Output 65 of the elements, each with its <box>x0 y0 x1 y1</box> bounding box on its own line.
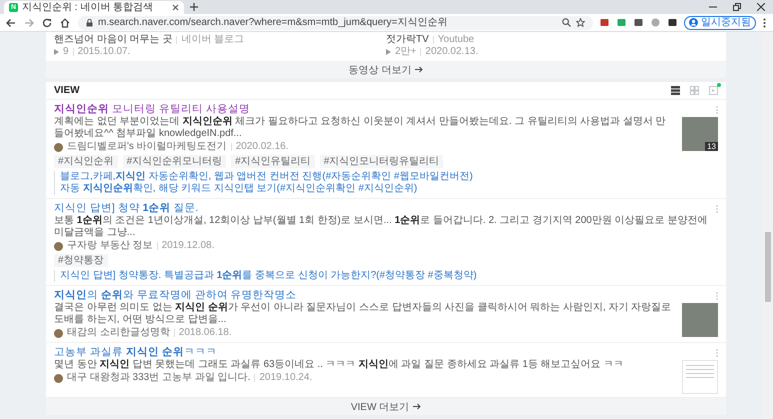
video-date: 2020.02.13. <box>425 46 478 58</box>
hashtag[interactable]: #지식인유틸리티 <box>231 155 315 168</box>
related-link[interactable]: 자동 지식인순위확인, 해당 키워드 지식인탭 보기(#지식인순위확인 #지식인순위) <box>54 183 718 195</box>
scrollbar[interactable] <box>763 32 773 419</box>
address-bar[interactable]: m.search.naver.com/search.naver?where=m&sm=mtb_jum&query=지식인순위 <box>78 16 593 30</box>
avatar <box>54 242 63 250</box>
image-count: 13 <box>705 142 718 151</box>
hashtag[interactable]: #지식인순위모니터링 <box>122 155 226 168</box>
post-date: 2019.10.24. <box>259 372 312 384</box>
video-source: Youtube <box>438 34 474 46</box>
back-icon[interactable] <box>6 18 16 28</box>
video-title[interactable]: 젓가락TV <box>386 34 429 46</box>
new-tab-icon[interactable] <box>190 3 198 11</box>
close-icon[interactable] <box>757 3 765 11</box>
result-snippet: 보통 1순위의 조건은 1년이상개설, 12회이상 납부(월별 1회 한정)로 보시면... 1순위로 들어갑니다. 2. 그리고 경기지역 200만원 이상필요로 분양전에 미달금액을 그냥... <box>54 215 708 239</box>
more-button[interactable]: VIEW 더보기 <box>46 398 726 415</box>
avatar <box>54 328 63 338</box>
tab-title: 지식인순위 : 네이버 통합검색 <box>22 2 154 14</box>
close-icon[interactable] <box>172 4 179 11</box>
hashtag[interactable]: #청약통장 <box>54 254 108 267</box>
arrow-right-icon <box>415 66 424 73</box>
related-link[interactable]: 지식인 답변] 청약통장. 특별공급과 1순위를 중복으로 신청이 가능한지?(#청약통장 #중복청약) <box>54 270 718 282</box>
restore-icon[interactable] <box>733 3 741 11</box>
author-name[interactable]: 드림디벨로퍼's 바이럴마케팅도전기 <box>67 141 227 153</box>
avatar <box>54 374 63 382</box>
video-date: 2015.10.07. <box>78 46 130 58</box>
more-button[interactable]: 동영상 더보기 <box>46 61 726 78</box>
arrow-right-icon <box>413 403 422 410</box>
reload-icon[interactable] <box>42 18 52 28</box>
video-source: 네이버 블로그 <box>181 34 244 46</box>
result-title[interactable]: 지식인의 순위와 무료작명에 관하여 유명한작명소 <box>54 289 297 302</box>
post-date: 2019.12.08. <box>162 240 214 252</box>
star-icon[interactable] <box>576 18 585 27</box>
menu-icon[interactable] <box>763 18 766 28</box>
video-title[interactable]: 핸즈넘어 마음이 머무는 곳 <box>54 34 172 46</box>
profile-button[interactable]: 일시중지됨 <box>684 16 756 30</box>
url-text: m.search.naver.com/search.naver?where=m&sm=mtb_jum&query=지식인순위 <box>98 16 448 28</box>
related-link[interactable]: 블로그,카페,지식인 자동순위확인, 웹과 앱버전 컨버전 진행(#자동순위확인 #웹모바일컨버전) <box>54 171 718 183</box>
lock-icon <box>86 18 93 26</box>
author-name[interactable]: 구자랑 부동산 정보 <box>67 240 153 252</box>
result-title[interactable]: 고농부 과실류 지식인 순위ㅋㅋㅋ <box>54 346 217 359</box>
result-title[interactable]: 지식인 답변] 청약 1순위 질문. <box>54 202 198 215</box>
result-snippet: 결국은 아무런 의미도 없는 지식인 순위가 우선이 아니라 질문자님이 스스로 답변자들의 사진을 클릭하시어 뭐하는 사람인지, 자기 자랑질로 도배를 하는지, 어떤 방식으로 답변을... <box>54 302 672 326</box>
zoom-icon[interactable] <box>562 18 571 27</box>
hashtag[interactable]: #지식인모니터링유틸리티 <box>320 155 444 168</box>
play-count: 2만+ <box>395 46 416 58</box>
play-count: 9 <box>63 46 69 58</box>
result-snippet: 계획에는 없던 부분이었는데 지식인순위 체크가 필요하다고 요청하신 이웃분이 계셔서 만들어봤는데요. 그 유틸리티의 사용법과 설명서 만들어봤네요^^ 첨부파일 knowledgeIN.pdf... <box>54 116 667 140</box>
hashtag[interactable]: #지식인순위 <box>54 155 118 168</box>
section-title: VIEW <box>54 85 80 96</box>
avatar-icon <box>689 18 698 27</box>
profile-label: 일시중지됨 <box>701 17 751 28</box>
list-view-icon[interactable] <box>671 86 680 95</box>
photo-placeholder[interactable]: 13 <box>682 117 718 151</box>
result-snippet: 몇년 동안 지식인 답변 못했는데 그래도 과실류 63등이네요 .. ㅋㅋㅋ 지식인에 과일 질문 종하세요 과실류 1등 해보고싶어요 ㅋㅋ <box>54 359 624 371</box>
result-title[interactable]: 지식인순위 모니터링 유틸리티 사용설명 <box>54 103 250 116</box>
avatar <box>54 142 63 152</box>
home-icon[interactable] <box>60 18 70 28</box>
post-date: 2018.06.18. <box>178 327 232 339</box>
screenshot-thumbnail[interactable] <box>682 360 718 394</box>
author-name[interactable]: 태감의 소리한글성명학 <box>67 327 170 339</box>
post-date: 2020.02.16. <box>236 141 289 153</box>
author-name[interactable]: 대구 대왕청과 333번 고농부 과일 입니다. <box>67 372 250 384</box>
play-icon <box>386 49 391 55</box>
play-icon <box>54 49 59 55</box>
